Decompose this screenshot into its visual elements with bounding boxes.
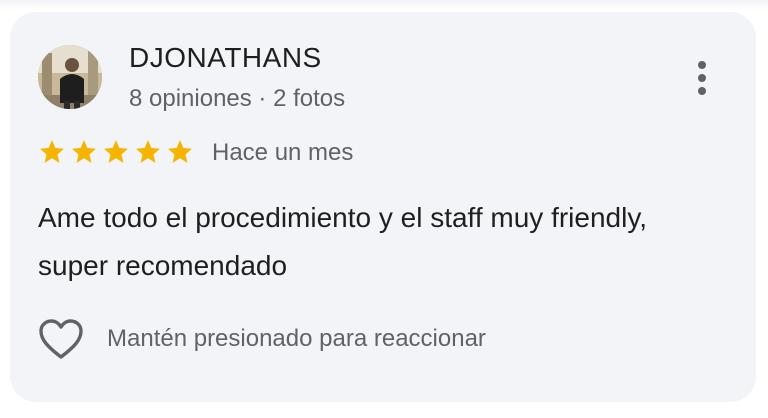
author-meta: 8 opiniones · 2 fotos: [129, 85, 346, 112]
review-card: DJONATHANS 8 opiniones · 2 fotos Hace un…: [10, 12, 756, 402]
heart-outline-icon[interactable]: [38, 318, 84, 360]
review-text: Ame todo el procedimiento y el staff muy…: [38, 202, 648, 281]
star-rating: [38, 138, 194, 166]
page: DJONATHANS 8 opiniones · 2 fotos Hace un…: [0, 0, 768, 418]
top-divider: [0, 0, 768, 10]
avatar[interactable]: [38, 45, 102, 109]
more-vert-icon-dot: [698, 61, 706, 69]
star-icon: [167, 140, 193, 163]
star-icon: [71, 140, 97, 163]
author-name[interactable]: DJONATHANS: [129, 42, 322, 74]
react-hint: Mantén presionado para reaccionar: [107, 325, 486, 352]
avatar-photo: [38, 45, 102, 109]
star-icon: [103, 140, 129, 163]
more-vert-icon-dot: [698, 74, 706, 82]
more-vert-icon-dot: [698, 87, 706, 95]
more-options-button[interactable]: [686, 54, 718, 102]
star-icon: [135, 140, 161, 163]
star-icon: [39, 140, 65, 163]
review-time: Hace un mes: [212, 139, 354, 166]
